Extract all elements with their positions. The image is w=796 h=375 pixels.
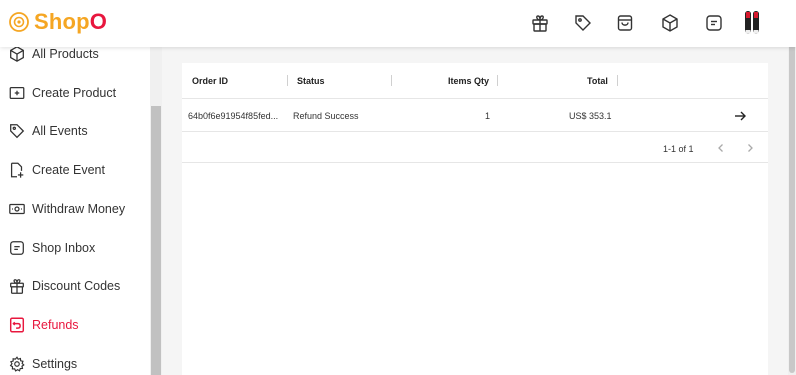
logo[interactable]: ShopO xyxy=(8,9,107,35)
column-header-status[interactable]: Status xyxy=(297,76,325,86)
cell-status: Refund Success xyxy=(293,111,359,121)
gift-icon[interactable] xyxy=(530,13,550,33)
tag-icon[interactable] xyxy=(573,13,593,33)
arrow-right-icon[interactable] xyxy=(733,109,747,123)
sidebar-item-label: All Events xyxy=(32,124,88,138)
tag-icon xyxy=(10,124,25,139)
logo-icon xyxy=(9,12,29,32)
sidebar-item-label: Refunds xyxy=(32,318,79,332)
sidebar: All Products Create Product All Events C… xyxy=(0,47,150,375)
cell-order-id: 64b0f6e91954f85fed... xyxy=(188,111,279,121)
sidebar-item-label: Create Event xyxy=(32,163,105,177)
sidebar-item-create-product[interactable]: Create Product xyxy=(8,82,116,104)
sidebar-item-label: All Products xyxy=(32,47,99,61)
column-header-total[interactable]: Total xyxy=(587,76,608,86)
gear-icon xyxy=(9,356,25,372)
logo-text-suffix: O xyxy=(89,9,108,34)
logo-text-prefix: Shop xyxy=(34,9,90,34)
pagination: 1-1 of 1 xyxy=(182,133,768,163)
message-icon xyxy=(10,241,24,255)
sidebar-item-label: Settings xyxy=(32,357,78,371)
user-avatar[interactable] xyxy=(742,8,762,38)
table-row[interactable]: 64b0f6e91954f85fed... Refund Success 1 U… xyxy=(182,99,768,132)
package-icon xyxy=(10,47,24,62)
column-separator[interactable] xyxy=(391,75,392,86)
sidebar-item-label: Withdraw Money xyxy=(32,202,126,216)
column-separator[interactable] xyxy=(287,75,288,86)
column-header-order-id[interactable]: Order ID xyxy=(192,76,228,86)
cell-total: US$ 353.1 xyxy=(569,111,612,121)
folder-plus-icon xyxy=(9,86,25,100)
shopping-bag-icon[interactable] xyxy=(615,13,635,33)
sidebar-item-create-event[interactable]: Create Event xyxy=(8,159,105,181)
sidebar-item-label: Discount Codes xyxy=(32,279,121,293)
cash-icon xyxy=(9,203,25,215)
sidebar-item-discount-codes[interactable]: Discount Codes xyxy=(8,275,120,297)
sidebar-item-refunds[interactable]: Refunds xyxy=(8,314,79,336)
column-separator[interactable] xyxy=(497,75,498,86)
sidebar-item-all-products[interactable]: All Products xyxy=(8,47,99,65)
logo-text: ShopO xyxy=(34,9,107,35)
top-header: ShopO xyxy=(0,0,796,47)
file-plus-icon xyxy=(10,162,24,178)
cell-items-qty: 1 xyxy=(485,111,491,121)
sidebar-item-all-events[interactable]: All Events xyxy=(8,120,88,142)
message-icon[interactable] xyxy=(704,13,724,33)
sidebar-item-shop-inbox[interactable]: Shop Inbox xyxy=(8,237,95,259)
chevron-right-icon[interactable] xyxy=(743,141,757,155)
pagination-range: 1-1 of 1 xyxy=(663,144,694,154)
sidebar-item-label: Shop Inbox xyxy=(32,241,96,255)
package-icon[interactable] xyxy=(660,13,680,33)
receipt-refund-icon xyxy=(9,317,25,333)
sidebar-item-settings[interactable]: Settings xyxy=(8,353,77,375)
main-content: Order ID Status Items Qty Total 64b0f6e9… xyxy=(162,47,788,375)
sidebar-item-label: Create Product xyxy=(32,86,117,100)
column-separator[interactable] xyxy=(617,75,618,86)
sidebar-item-withdraw-money[interactable]: Withdraw Money xyxy=(8,198,125,220)
sidebar-scrollbar-thumb[interactable] xyxy=(151,106,161,375)
page-scrollbar-thumb[interactable] xyxy=(789,2,795,373)
gift-icon xyxy=(10,279,24,294)
column-header-items-qty[interactable]: Items Qty xyxy=(448,76,489,86)
refunds-table: Order ID Status Items Qty Total 64b0f6e9… xyxy=(182,63,768,375)
table-header: Order ID Status Items Qty Total xyxy=(182,63,768,99)
chevron-left-icon[interactable] xyxy=(714,141,728,155)
